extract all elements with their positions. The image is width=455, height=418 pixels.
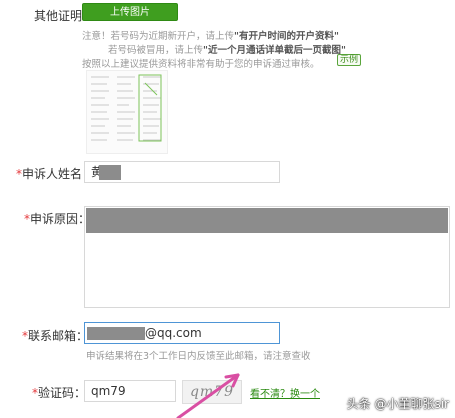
watermark: 头条 @小董聊张sir bbox=[346, 397, 449, 411]
annotation-arrow bbox=[176, 373, 240, 418]
